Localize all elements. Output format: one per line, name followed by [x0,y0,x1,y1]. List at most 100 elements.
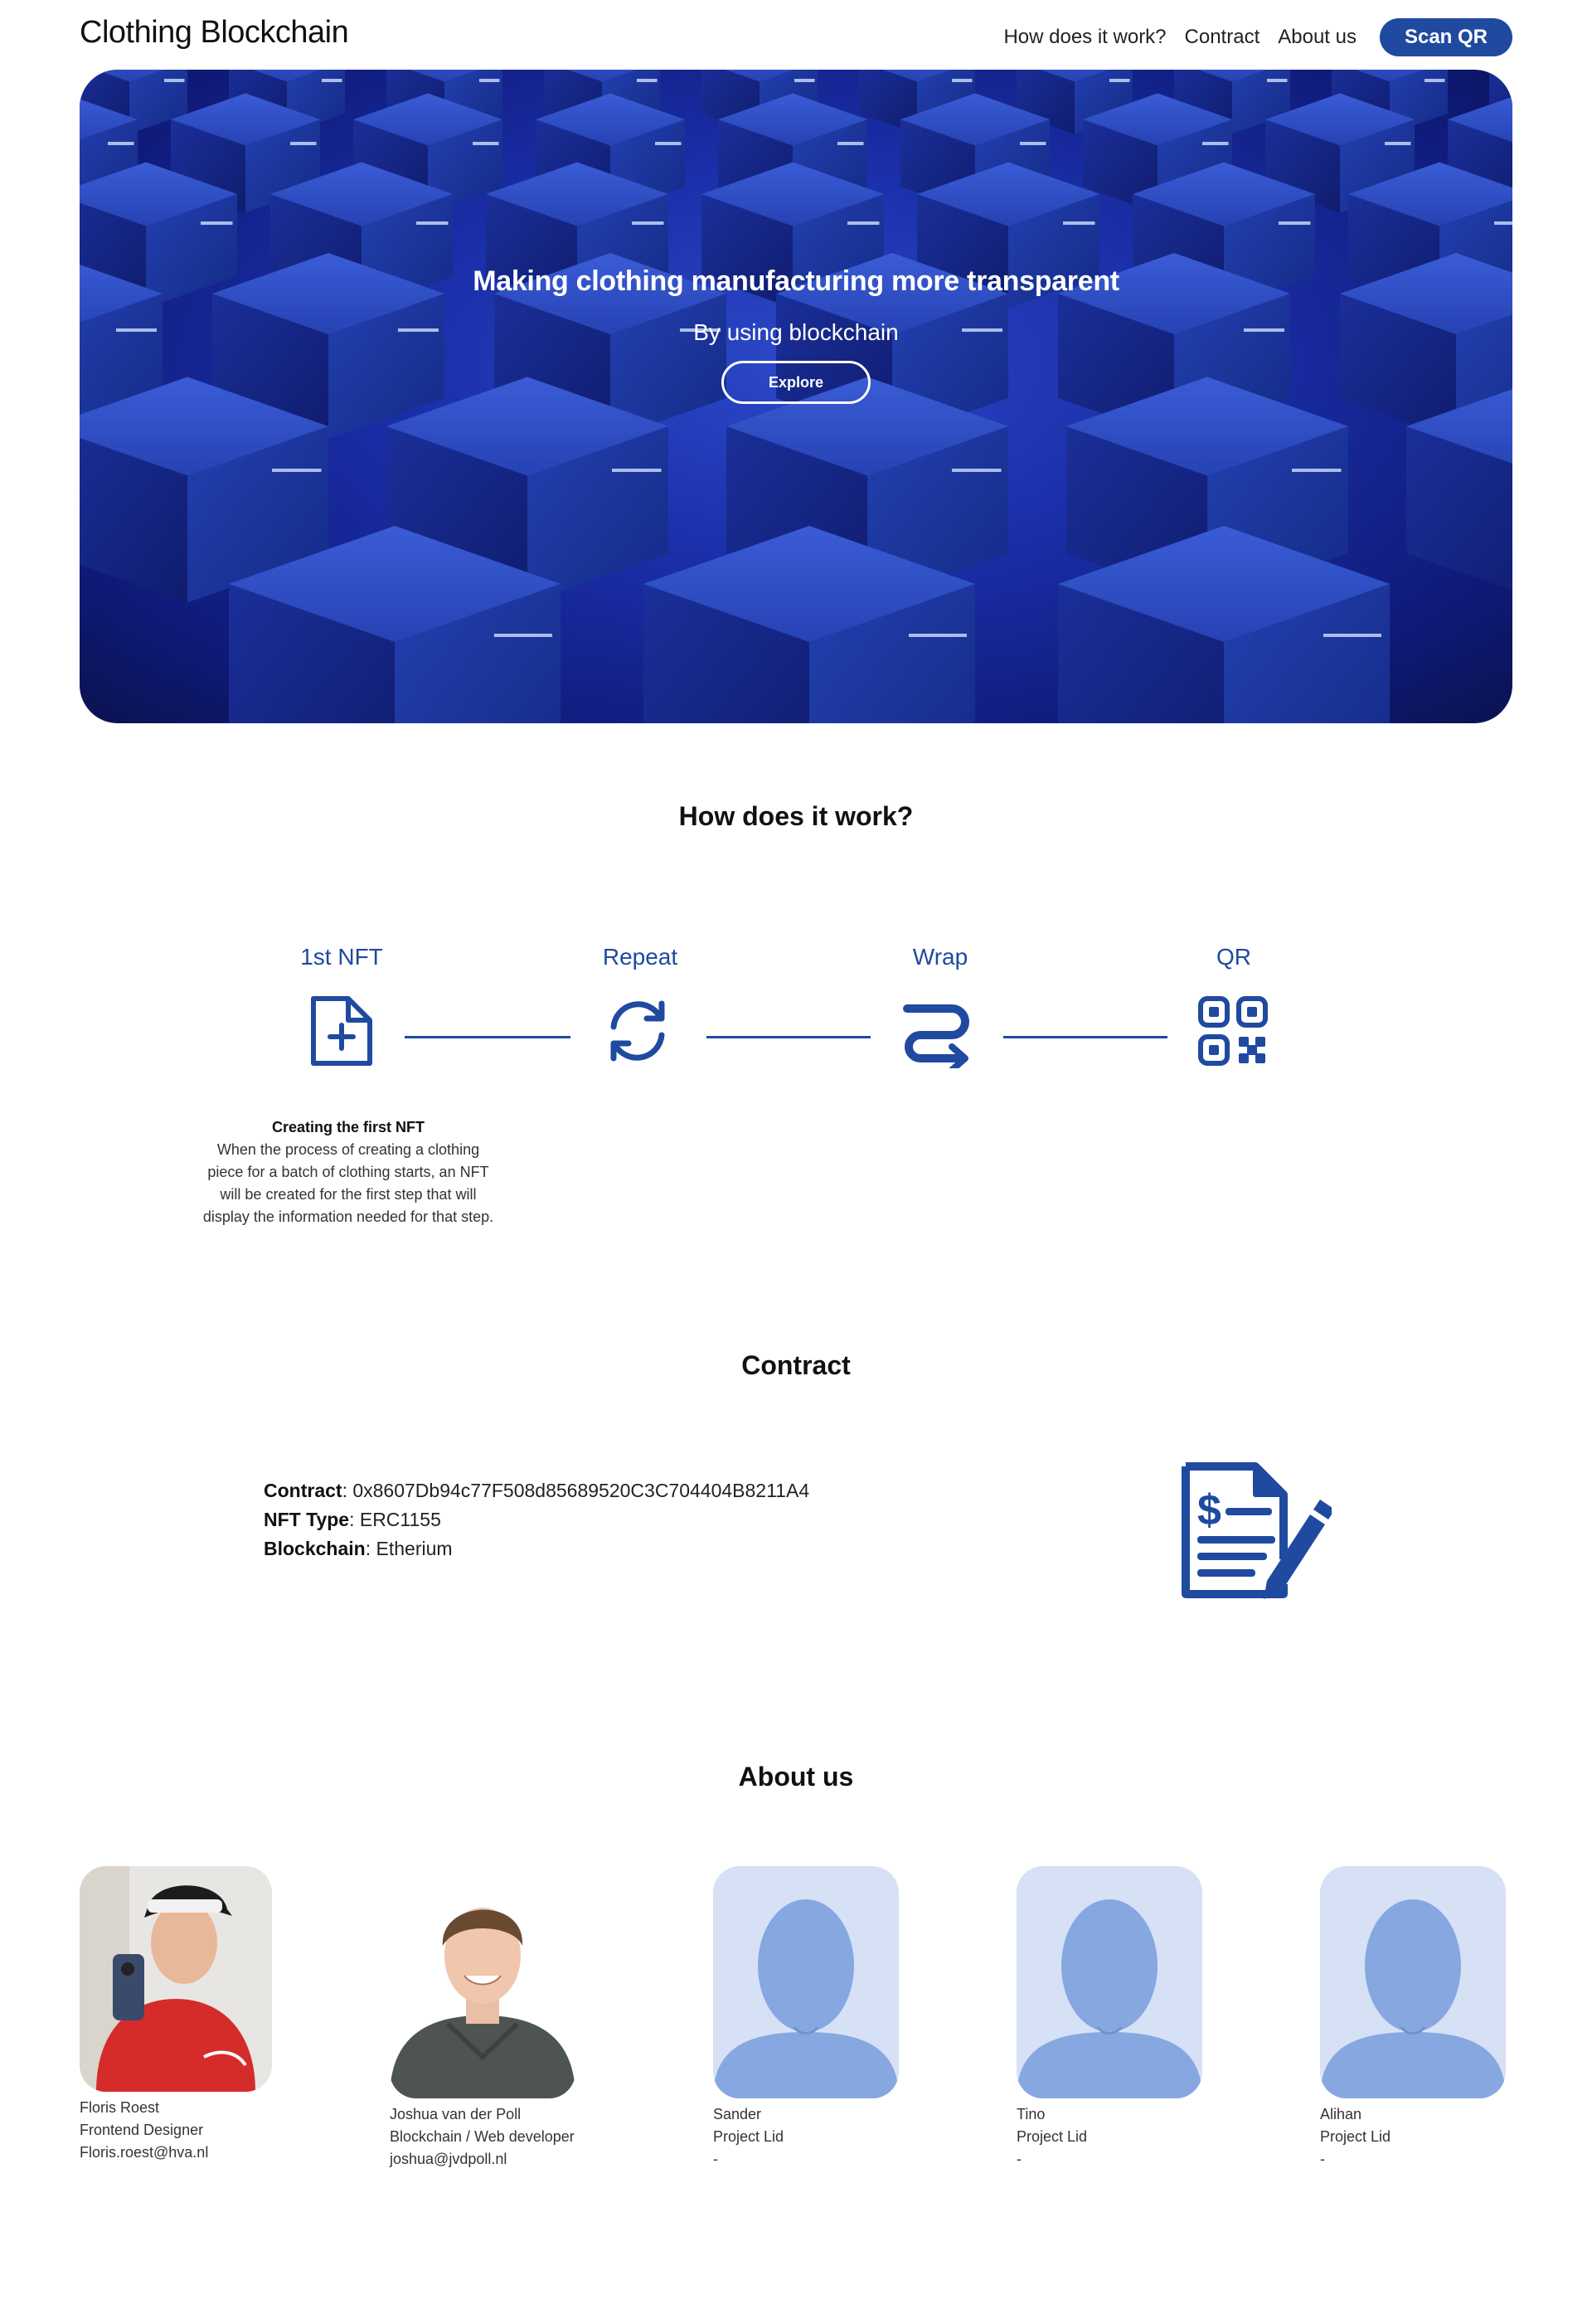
qr-code-icon[interactable] [1196,994,1270,1068]
member-meta: Floris Roest Frontend Designer Floris.ro… [80,2097,295,2164]
contract-address-row: Contract: 0x8607Db94c77F508d85689520C3C7… [264,1476,809,1505]
cube-glow [108,142,134,145]
explore-button[interactable]: Explore [721,361,871,404]
blockchain-row: Blockchain: Etherium [264,1534,809,1563]
cube-glow [479,79,500,82]
contract-address-label: Contract [264,1480,342,1501]
default-avatar-icon [1320,1866,1506,2098]
member-role: Project Lid [1017,2128,1088,2145]
cube-glow [1494,221,1512,225]
member-photo [80,1866,272,2092]
avatar [1320,1866,1506,2098]
step-label-qr: QR [1216,944,1251,970]
member-name: Tino [1017,2106,1046,2122]
cube-glow [952,79,973,82]
cube-glow [494,634,552,637]
member-name: Alihan [1320,2106,1362,2122]
default-avatar-icon [1017,1866,1202,2098]
team-member: Joshua van der Poll Blockchain / Web dev… [390,1866,605,2171]
member-meta: Joshua van der Poll Blockchain / Web dev… [390,2103,605,2171]
cube-glow [1267,79,1288,82]
step-label-1st-nft: 1st NFT [300,944,383,970]
nft-type-label: NFT Type [264,1509,350,1530]
member-contact: - [1017,2151,1022,2167]
nav-how-link[interactable]: How does it work? [1003,26,1166,49]
contract-address-value: : 0x8607Db94c77F508d85689520C3C704404B82… [342,1480,810,1501]
member-name: Sander [713,2106,762,2122]
team-member: Tino Project Lid - [1017,1866,1232,2171]
member-photo [390,1866,575,2098]
cube-glow [164,79,185,82]
cube-glow [612,469,662,472]
cube-glow [1385,142,1411,145]
cube-glow [290,142,317,145]
cube-glow [322,79,342,82]
cube-glow [847,221,880,225]
nav-contract-link[interactable]: Contract [1185,26,1260,49]
team-member: Sander Project Lid - [713,1866,929,2171]
cube-glow [794,79,815,82]
cube-glow [473,142,499,145]
contract-sign-icon: $ [1182,1462,1332,1599]
cube-glow [1020,142,1046,145]
site-logo[interactable]: Clothing Blockchain [80,15,349,51]
step-label-wrap: Wrap [912,944,968,970]
nft-type-value: : ERC1155 [349,1509,441,1530]
step-connector-2 [706,1036,871,1038]
step-description: Creating the first NFT When the process … [199,1116,498,1228]
cube-glow [201,221,233,225]
cube-glow [655,142,682,145]
nft-type-row: NFT Type: ERC1155 [264,1505,809,1534]
avatar [390,1866,575,2098]
cube-glow [952,469,1002,472]
member-name: Floris Roest [80,2099,160,2116]
cube-glow [632,221,664,225]
member-email[interactable]: Floris.roest@hva.nl [80,2142,295,2164]
wrap-arrow-icon[interactable] [899,994,973,1068]
cube-glow [837,142,864,145]
hero-subtitle: By using blockchain [693,319,899,345]
cube-glow [1323,634,1381,637]
team-member: Floris Roest Frontend Designer Floris.ro… [80,1866,295,2164]
cube-glow [272,469,322,472]
default-avatar-icon [713,1866,899,2098]
avatar [1017,1866,1202,2098]
contract-info: Contract: 0x8607Db94c77F508d85689520C3C7… [264,1476,809,1563]
member-role: Project Lid [1320,2128,1391,2145]
step-description-text: When the process of creating a clothing … [202,1141,494,1225]
avatar [713,1866,899,2098]
refresh-icon[interactable] [600,994,675,1068]
step-description-title: Creating the first NFT [271,1119,425,1135]
member-meta: Sander Project Lid - [713,2103,929,2171]
step-connector-3 [1003,1036,1167,1038]
member-meta: Tino Project Lid - [1017,2103,1232,2171]
blockchain-value: : Etherium [365,1538,453,1559]
member-role: Blockchain / Web developer [390,2128,575,2145]
nav-about-link[interactable]: About us [1278,26,1357,49]
member-role: Frontend Designer [80,2122,204,2138]
member-meta: Alihan Project Lid - [1320,2103,1536,2171]
cube-glow [909,634,967,637]
contract-section-title: Contract [741,1350,851,1380]
member-email[interactable]: joshua@jvdpoll.nl [390,2148,605,2171]
hero-banner: Making clothing manufacturing more trans… [80,70,1512,723]
main-nav: How does it work? Contract About us Scan… [985,18,1512,56]
member-name: Joshua van der Poll [390,2106,522,2122]
cube-glow [1425,79,1445,82]
svg-text:$: $ [1197,1486,1221,1534]
hero-title: Making clothing manufacturing more trans… [473,265,1119,297]
step-connector-1 [405,1036,570,1038]
member-contact: - [1320,2151,1325,2167]
cube-glow [1109,79,1130,82]
member-contact: - [713,2151,718,2167]
cube-glow [1063,221,1095,225]
blockchain-label: Blockchain [264,1538,366,1559]
about-section-title: About us [738,1762,854,1792]
team-member: Alihan Project Lid - [1320,1866,1536,2171]
cube-glow [637,79,658,82]
step-label-repeat: Repeat [602,944,678,970]
cube-glow [416,221,449,225]
scan-qr-button[interactable]: Scan QR [1379,18,1512,56]
file-plus-icon[interactable] [305,994,380,1068]
cube-glow [1202,142,1229,145]
